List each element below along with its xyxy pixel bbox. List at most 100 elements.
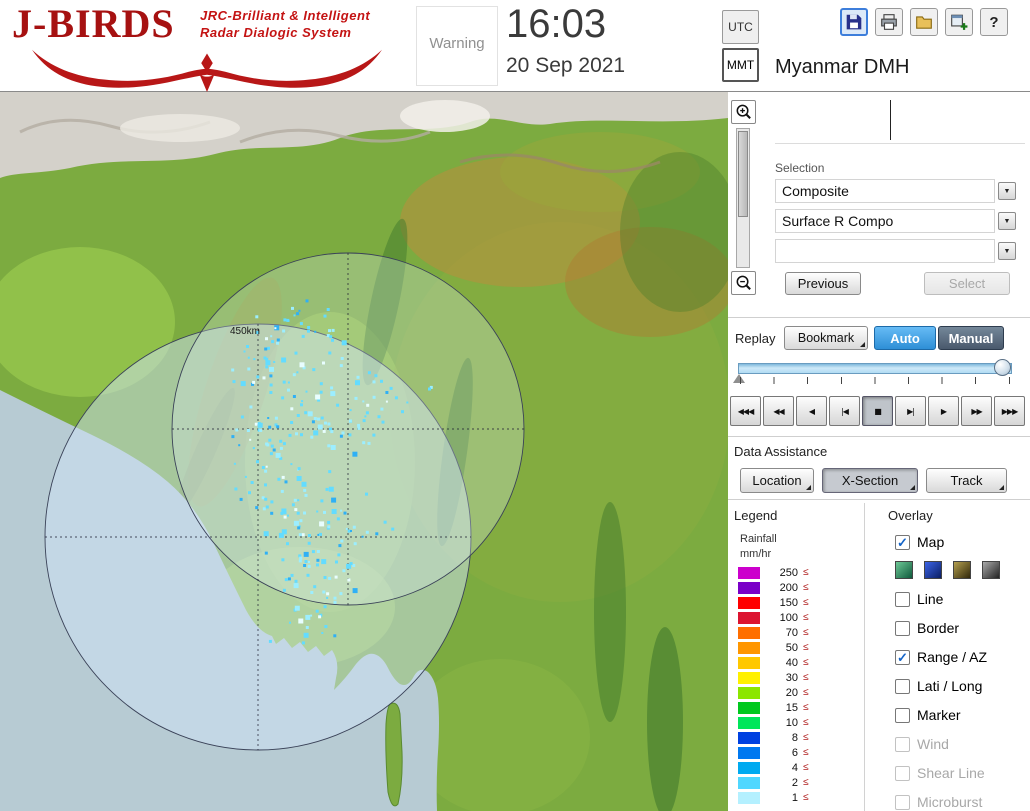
overlay-item-line[interactable]: Line [895, 589, 1027, 609]
legend-value: 200 [779, 581, 798, 594]
track-button[interactable]: Track [926, 468, 1007, 493]
help-icon: ? [989, 13, 999, 31]
open-folder-button[interactable] [910, 8, 938, 36]
text-cursor [890, 100, 891, 140]
print-icon [881, 14, 897, 30]
clock-date: 20 Sep 2021 [506, 54, 626, 77]
separator [728, 436, 1030, 437]
replay-slider-thumb[interactable] [994, 359, 1011, 376]
auto-mode-button[interactable]: Auto [874, 326, 936, 350]
legend-row-6: 6 ≤ [738, 746, 809, 759]
location-button[interactable]: Location [740, 468, 814, 493]
dropdown-product-arrow[interactable]: ▼ [998, 212, 1016, 230]
legend-color-swatch [738, 686, 760, 699]
legend-row-2: 2 ≤ [738, 776, 809, 789]
dropdown-product[interactable]: Surface R Compo [775, 209, 995, 233]
timezone-utc-button[interactable]: UTC [722, 10, 759, 44]
save-button[interactable] [840, 8, 868, 36]
step-forward-button[interactable]: ▶| [895, 396, 926, 426]
map-island-strip [385, 702, 403, 807]
dropdown-product-value: Surface R Compo [782, 213, 894, 229]
legend-value: 6 [791, 746, 798, 759]
lte-symbol: ≤ [803, 732, 809, 743]
legend-color-swatch [738, 566, 760, 579]
overlay-item-map[interactable]: ✓ Map [895, 532, 1027, 552]
fast-forward-button[interactable]: ▶▶ [961, 396, 992, 426]
overlay-item-range-az[interactable]: ✓ Range / AZ [895, 647, 1027, 667]
legend-color-swatch [738, 746, 760, 759]
select-button[interactable]: Select [924, 272, 1010, 295]
selection-label: Selection [775, 161, 825, 175]
fast-rewind-max-button[interactable]: ◀◀◀ [730, 396, 761, 426]
help-button[interactable]: ? [980, 8, 1008, 36]
previous-button[interactable]: Previous [785, 272, 861, 295]
overlay-item-label: Border [917, 620, 960, 636]
play-button[interactable]: ▶ [928, 396, 959, 426]
legend-label: Legend [734, 508, 778, 523]
border-checkbox[interactable] [895, 620, 910, 636]
overlay-item-border[interactable]: Border [895, 618, 1027, 638]
legend-row-70: 70 ≤ [738, 626, 809, 639]
replay-slider-track[interactable] [738, 363, 1012, 374]
dropdown-composite-arrow[interactable]: ▼ [998, 182, 1016, 200]
station-text-input[interactable] [775, 96, 1025, 144]
lte-symbol: ≤ [803, 627, 809, 638]
manual-mode-button[interactable]: Manual [938, 326, 1004, 350]
radar-map-area[interactable]: 450km [0, 92, 728, 811]
print-button[interactable] [875, 8, 903, 36]
legend-color-swatch [738, 776, 760, 789]
zoom-slider-thumb[interactable] [738, 131, 748, 217]
legend-color-swatch [738, 761, 760, 774]
fast-rewind-button[interactable]: ◀◀ [763, 396, 794, 426]
logo-tagline-2: Radar Dialogic System [200, 25, 352, 40]
map-style-terrain-green[interactable] [895, 561, 913, 579]
fast-forward-max-button[interactable]: ▶▶▶ [994, 396, 1025, 426]
replay-label: Replay [735, 331, 776, 346]
play-backward-button[interactable]: ◀ [796, 396, 827, 426]
add-window-button[interactable] [945, 8, 973, 36]
marker-checkbox[interactable] [895, 707, 910, 723]
x-section-button[interactable]: X-Section [822, 468, 918, 493]
map-style-olive-relief[interactable] [953, 561, 971, 579]
separator [728, 317, 1030, 318]
overlay-item-shear-line: Shear Line [895, 763, 1027, 783]
stop-button[interactable]: ■ [862, 396, 893, 426]
legend-row-1: 1 ≤ [738, 791, 809, 804]
zoom-in-button[interactable] [731, 100, 756, 124]
legend-quantity: Rainfall [740, 533, 777, 545]
map-style-ocean-navy[interactable] [924, 561, 942, 579]
legend-row-15: 15 ≤ [738, 701, 809, 714]
lte-symbol: ≤ [803, 567, 809, 578]
overlay-item-label: Shear Line [917, 765, 985, 781]
overlay-item-lati-long[interactable]: Lati / Long [895, 676, 1027, 696]
step-back-button[interactable]: |◀ [829, 396, 860, 426]
dropdown-extra-arrow[interactable]: ▼ [998, 242, 1016, 260]
timezone-mmt-button[interactable]: MMT [722, 48, 759, 82]
legend-value: 4 [791, 761, 798, 774]
playback-controls: ◀◀◀ ◀◀ ◀ |◀ ■ ▶| ▶ ▶▶ ▶▶▶ [730, 396, 1025, 426]
vertical-divider [864, 503, 865, 811]
map-style-grayscale[interactable] [982, 561, 1000, 579]
range-az-checkbox[interactable]: ✓ [895, 649, 910, 665]
chevron-down-icon: ▼ [1003, 217, 1011, 225]
header-bar: J-BIRDS JRC-Brilliant & Intelligent Rada… [0, 0, 1030, 92]
clock-time: 16:03 [506, 2, 607, 46]
dropdown-extra[interactable] [775, 239, 995, 263]
legend-row-30: 30 ≤ [738, 671, 809, 684]
lati-long-checkbox[interactable] [895, 678, 910, 694]
bookmark-button[interactable]: Bookmark [784, 326, 868, 350]
legend-value: 10 [785, 716, 798, 729]
legend-row-40: 40 ≤ [738, 656, 809, 669]
map-style-swatches [895, 561, 1027, 579]
legend-row-10: 10 ≤ [738, 716, 809, 729]
lte-symbol: ≤ [803, 657, 809, 668]
zoom-slider-track[interactable] [736, 128, 750, 268]
zoom-out-button[interactable] [731, 271, 756, 295]
line-checkbox[interactable] [895, 591, 910, 607]
overlay-item-microburst: Microburst [895, 792, 1027, 811]
overlay-item-marker[interactable]: Marker [895, 705, 1027, 725]
map-checkbox[interactable]: ✓ [895, 534, 910, 550]
dropdown-composite[interactable]: Composite [775, 179, 995, 203]
chevron-down-icon: ▼ [1003, 187, 1011, 195]
add-window-icon [951, 14, 968, 30]
